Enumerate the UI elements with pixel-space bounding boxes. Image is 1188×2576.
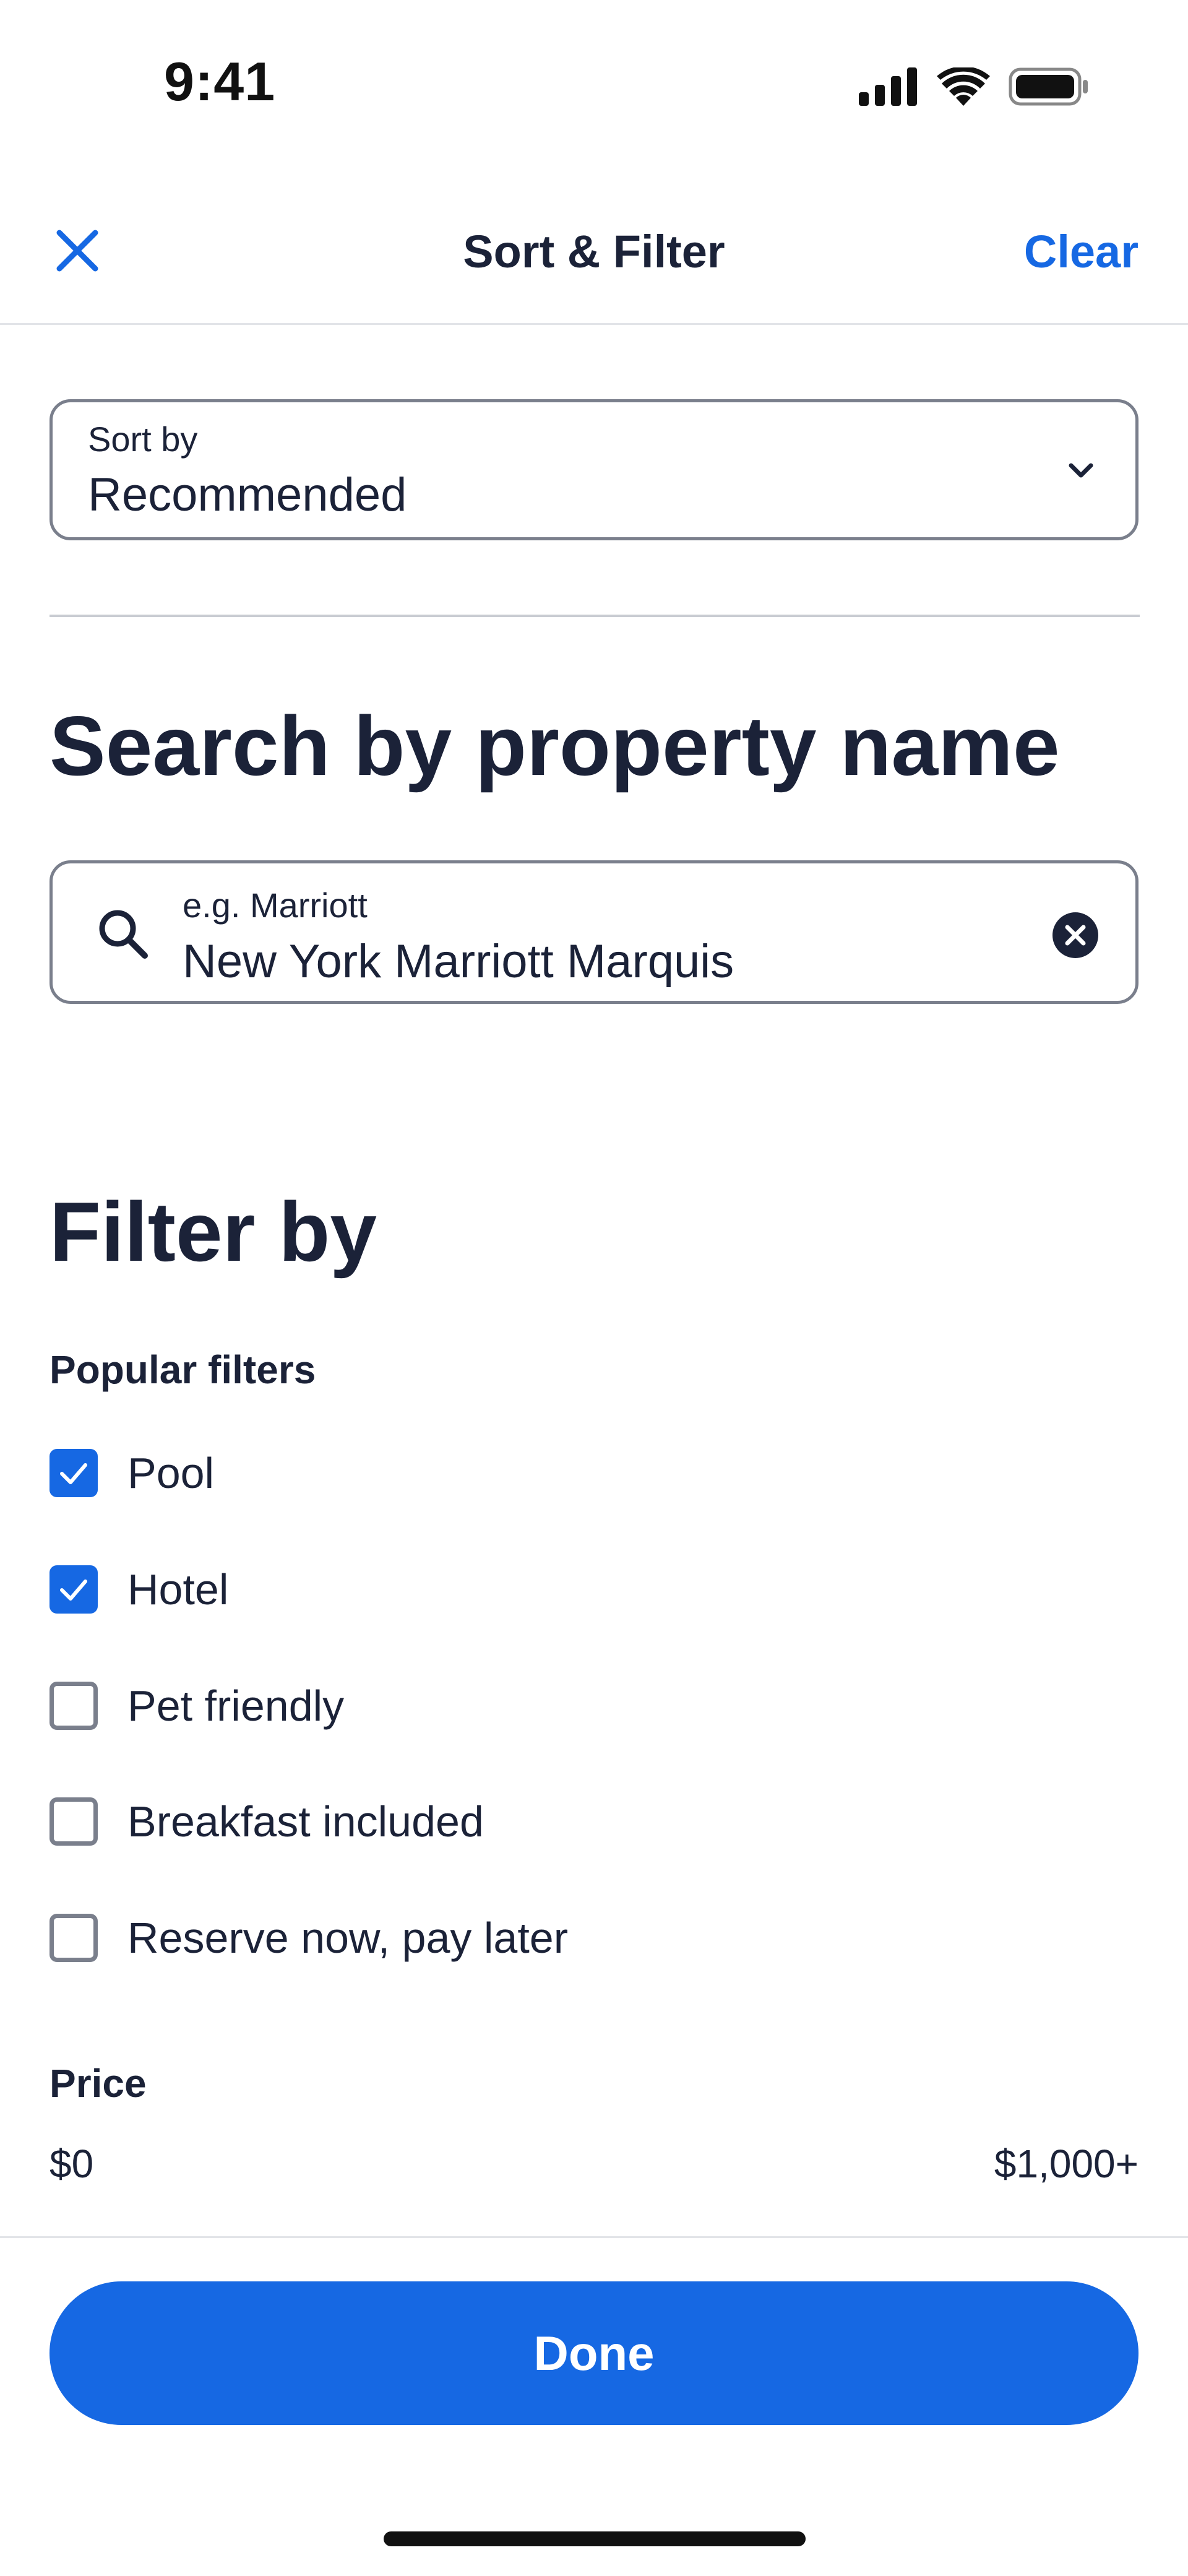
filter-option-label: Pool <box>127 1449 215 1497</box>
filter-option-pool[interactable]: Pool <box>50 1439 1138 1507</box>
filter-section-title: Filter by <box>50 1185 377 1279</box>
section-divider <box>50 615 1140 617</box>
page-title: Sort & Filter <box>463 226 725 277</box>
filter-option-reserve-now-pay-later[interactable]: Reserve now, pay later <box>50 1904 1138 1972</box>
filter-option-label: Pet friendly <box>127 1682 345 1730</box>
chevron-down-icon <box>1069 463 1093 478</box>
wifi-icon <box>937 67 990 106</box>
search-icon <box>99 910 148 959</box>
filter-option-breakfast-included[interactable]: Breakfast included <box>50 1787 1138 1856</box>
checkbox[interactable] <box>50 1449 98 1497</box>
filter-option-label: Reserve now, pay later <box>127 1914 569 1962</box>
checkbox[interactable] <box>50 1914 98 1962</box>
search-section-title: Search by property name <box>50 699 1060 793</box>
price-min-value: $0 <box>50 2142 94 2186</box>
filter-option-pet-friendly[interactable]: Pet friendly <box>50 1672 1138 1740</box>
search-input-value[interactable]: New York Marriott Marquis <box>183 936 734 988</box>
cellular-signal-icon <box>859 67 917 106</box>
status-time: 9:41 <box>164 51 276 112</box>
filter-option-hotel[interactable]: Hotel <box>50 1555 1138 1623</box>
sort-by-value: Recommended <box>88 469 407 521</box>
checkmark-icon <box>60 1580 87 1601</box>
price-heading: Price <box>50 2061 147 2106</box>
done-button[interactable]: Done <box>50 2281 1138 2425</box>
filter-option-label: Hotel <box>127 1565 229 1614</box>
home-indicator <box>384 2531 806 2546</box>
checkmark-icon <box>60 1463 87 1484</box>
search-placeholder-label: e.g. Marriott <box>183 886 368 925</box>
battery-icon <box>1009 67 1088 106</box>
checkbox[interactable] <box>50 1565 98 1614</box>
checkbox[interactable] <box>50 1797 98 1846</box>
popular-filters-heading: Popular filters <box>50 1347 316 1392</box>
clear-button[interactable]: Clear <box>1024 227 1138 277</box>
property-search-field[interactable]: e.g. Marriott New York Marriott Marquis <box>50 860 1138 1004</box>
clear-input-icon[interactable] <box>1051 911 1100 959</box>
status-icons <box>859 65 1089 108</box>
sort-by-label: Sort by <box>88 420 198 459</box>
checkbox[interactable] <box>50 1682 98 1730</box>
footer-divider <box>0 2236 1188 2238</box>
filter-option-label: Breakfast included <box>127 1797 484 1846</box>
price-max-value: $1,000+ <box>994 2142 1138 2186</box>
sort-by-select[interactable]: Sort by Recommended <box>50 399 1138 540</box>
